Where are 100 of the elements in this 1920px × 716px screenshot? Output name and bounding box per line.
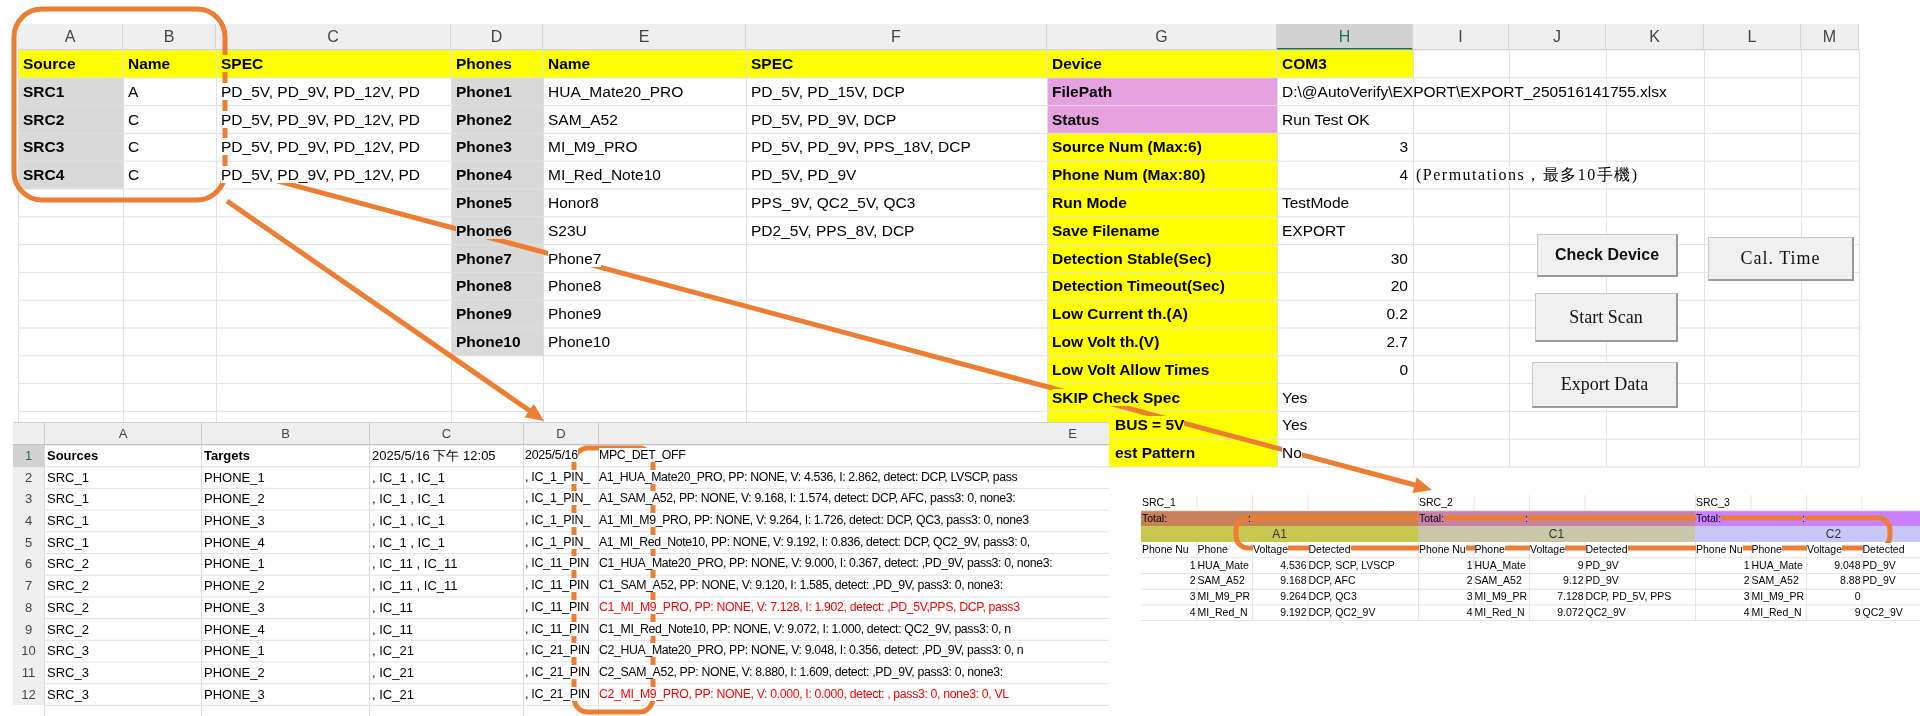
column-title: SPEC xyxy=(746,50,1047,78)
setting-label: Detection Stable(Sec) xyxy=(1047,244,1277,273)
table-cell: MI_M9_PR xyxy=(1196,589,1252,605)
table-cell-text: , IC_11_PIN xyxy=(524,577,590,595)
column-header[interactable]: C xyxy=(369,423,523,444)
table-cell-text: PD_5V, PD_9V, PD_12V, PD xyxy=(220,81,422,102)
group-header: A1 xyxy=(1141,526,1418,543)
row-number: 10 xyxy=(13,640,44,662)
setting-label: Device xyxy=(1047,50,1277,78)
table-cell: Phone4 xyxy=(451,161,543,189)
table-cell-text: SAM_A52 xyxy=(1473,573,1523,589)
column-header[interactable]: D xyxy=(523,423,598,444)
note-text: (Permutations，最多10手機) xyxy=(1415,165,1640,186)
macro-button[interactable]: Cal. Time xyxy=(1708,237,1854,281)
row-number: 4 xyxy=(13,510,44,532)
macro-button[interactable]: Start Scan xyxy=(1535,293,1678,342)
table-cell-text: SRC_2 xyxy=(1418,495,1454,510)
table-cell-text: , IC_1_PIN_ xyxy=(524,533,592,551)
setting-label: Phone Num (Max:80) xyxy=(1047,161,1277,189)
column-header[interactable]: A xyxy=(18,24,123,50)
group-header: C2 xyxy=(1695,526,1920,543)
column-header[interactable]: D xyxy=(451,24,543,50)
column-title: Voltage xyxy=(1252,542,1290,558)
column-header[interactable]: A xyxy=(44,423,201,444)
column-header[interactable]: C xyxy=(216,24,451,50)
table-cell: MI_M9_PR xyxy=(1750,589,1806,605)
table-cell-text: DCP, AFC xyxy=(1307,573,1357,589)
setting-label: Save Filename xyxy=(1047,216,1277,245)
table-cell-text: C1_MI_Red_Note10, PP: NONE, V: 9.072, I: 1.000, detect: QC2_9V, pass3: 0, n xyxy=(598,620,1012,638)
table-cell: SRC4 xyxy=(18,161,123,189)
row-number: 11 xyxy=(13,661,44,684)
setting-label: Source Num (Max:6) xyxy=(1047,133,1277,162)
table-cell-text: , IC_1_PIN_ xyxy=(524,490,592,508)
setting-label: FilePath xyxy=(1047,77,1277,106)
table-cell-text: , IC_11_PIN xyxy=(524,555,590,573)
column-header[interactable]: F xyxy=(746,24,1047,50)
table-cell-text: PD_5V, PD_9V, PD_12V, PD xyxy=(220,137,422,158)
table-cell-text: C2_MI_M9_PRO, PP: NONE, V: 0.000, I: 0.000, detect: , pass3: 0, none3: 0, VL xyxy=(598,685,1010,703)
table-cell: Phone10 xyxy=(451,327,543,356)
table-cell-text: PD_9V xyxy=(1861,573,1897,589)
table-cell: Phone9 xyxy=(451,300,543,328)
row-number: 8 xyxy=(13,596,44,619)
setting-label: Low Volt th.(V) xyxy=(1047,327,1277,356)
table-cell-text: , IC_11_PIN xyxy=(524,598,590,616)
table-cell-text: C1_HUA_Mate20_PRO, PP: NONE, V: 9.000, I: 0.367, detect: ,PD_9V, pass3: 0, none3: xyxy=(598,555,1054,573)
row-number: 3 xyxy=(13,488,44,511)
row-number: 5 xyxy=(13,531,44,554)
table-cell-text: PD_5V, PD_9V, PD_12V, PD xyxy=(220,165,422,186)
table-cell: SRC3 xyxy=(18,133,123,162)
setting-label: Status xyxy=(1047,105,1277,134)
table-cell-text: Phone7 xyxy=(547,248,603,269)
table-cell-text: MPC_DET_OFF xyxy=(598,447,687,464)
table-cell-text: A1_MI_M9_PRO, PP: NONE, V: 9.264, I: 1.726, detect: DCP, QC3, pass3: 0, none3 xyxy=(598,512,1030,530)
table-cell: SRC2 xyxy=(18,105,123,134)
column-header[interactable]: G xyxy=(1047,24,1277,50)
column-header[interactable]: E xyxy=(598,423,1109,444)
table-cell-text: , IC_11_PIN xyxy=(524,620,590,638)
table-cell: Phone2 xyxy=(451,105,543,134)
table-cell-text: C2_SAM_A52, PP: NONE, V: 8.880, I: 1.609, detect: ,PD_9V, pass3: 0, none3: xyxy=(598,663,1004,681)
column-header[interactable]: J xyxy=(1509,24,1606,50)
table-cell: MI_M9_PR xyxy=(1473,589,1529,605)
table-cell-text: , IC_21_PIN xyxy=(524,642,591,660)
table-cell: Phone5 xyxy=(451,189,543,217)
table-cell: Phone1 xyxy=(451,77,543,106)
row-number: 12 xyxy=(13,683,44,706)
table-cell: SRC1 xyxy=(18,77,123,106)
column-header[interactable]: I xyxy=(1413,24,1509,50)
table-cell-text: , IC_21_PIN xyxy=(524,685,591,703)
setting-value: D:\@AutoVerify\EXPORT\EXPORT_250516141755.xlsx xyxy=(1281,81,1668,102)
column-header[interactable]: L xyxy=(1704,24,1801,50)
table-cell-text: A1_MI_Red_Note10, PP: NONE, V: 9.192, I: 0.836, detect: DCP, QC2_9V, pass3: 0, xyxy=(598,533,1031,551)
table-cell-text: A1_HUA_Mate20_PRO, PP: NONE, V: 4.536, I: 2.862, detect: DCP, LVSCP, pass xyxy=(598,468,1019,486)
table-cell-text: DCP, QC3 xyxy=(1307,589,1358,605)
macro-button[interactable]: Export Data xyxy=(1532,362,1678,408)
setting-label: SKIP Check Spec xyxy=(1047,383,1277,412)
table-cell: Phone3 xyxy=(451,133,543,162)
column-header[interactable]: E xyxy=(543,24,746,50)
table-cell: Phone8 xyxy=(451,272,543,301)
row-number: 9 xyxy=(13,618,44,641)
column-header[interactable]: K xyxy=(1606,24,1704,50)
table-cell-text: , IC_1_PIN_ xyxy=(524,512,592,530)
column-title: Voltage xyxy=(1529,542,1567,558)
column-header[interactable]: B xyxy=(123,24,216,50)
setting-label: Run Mode xyxy=(1047,189,1277,217)
table-cell-text: SAM_A52 xyxy=(1750,573,1800,589)
table-cell-text: , IC_21_PIN xyxy=(524,663,591,681)
setting-label: Low Volt Allow Times xyxy=(1047,355,1277,384)
row-number: 2 xyxy=(13,466,44,489)
column-header[interactable]: H xyxy=(1277,24,1413,50)
column-title: Phones xyxy=(451,50,543,78)
column-header[interactable]: M xyxy=(1801,24,1859,50)
macro-button[interactable]: Check Device xyxy=(1537,234,1678,277)
table-cell-text: SAM_A52 xyxy=(1196,573,1246,589)
column-title: Name xyxy=(543,50,746,78)
setting-value: COM3 xyxy=(1277,50,1413,78)
table-cell-text: C1_MI_M9_PRO, PP: NONE, V: 7.128, I: 1.902, detect: ,PD_5V,PPS, DCP, pass3 xyxy=(598,598,1021,616)
column-header[interactable]: B xyxy=(201,423,369,444)
column-title: Voltage xyxy=(1806,542,1844,558)
column-title: Name xyxy=(123,50,216,78)
table-cell-text: A1_SAM_A52, PP: NONE, V: 9.168, I: 1.574, detect: DCP, AFC, pass3: 0, none3: xyxy=(598,490,1017,508)
